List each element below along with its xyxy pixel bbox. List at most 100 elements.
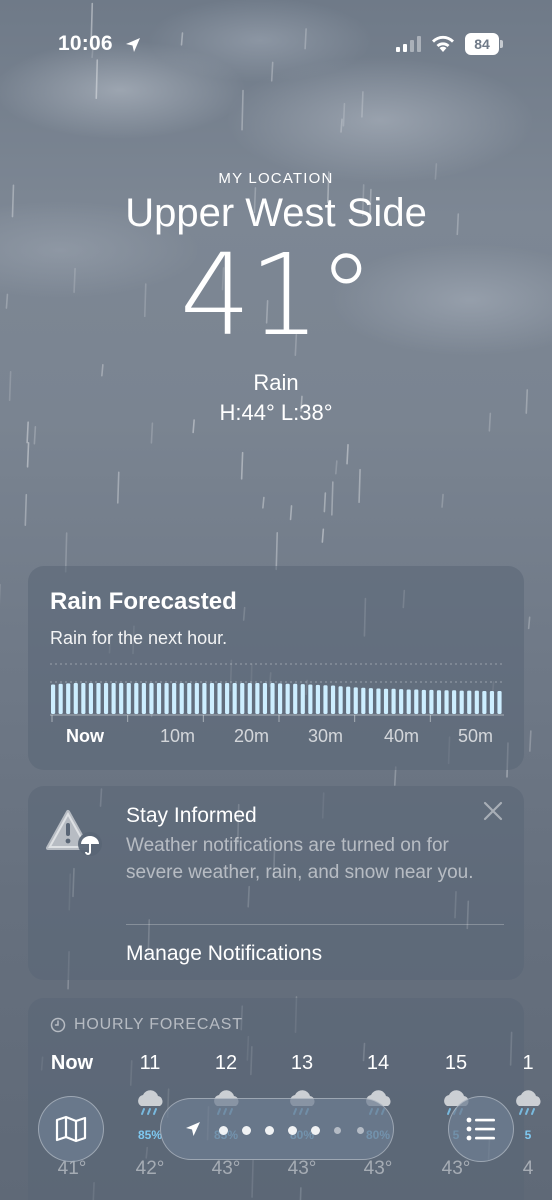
battery-level: 84	[465, 33, 499, 55]
rain-streak	[262, 496, 265, 509]
hour-label: 1	[522, 1052, 534, 1074]
rain-intensity-bar	[247, 683, 252, 714]
map-button[interactable]	[38, 1096, 104, 1162]
rain-intensity-bar	[429, 689, 434, 714]
rain-intensity-bar	[141, 683, 146, 714]
rain-streak	[240, 451, 244, 480]
page-dot	[288, 1126, 297, 1135]
rain-intensity-bar	[383, 688, 389, 714]
page-dot	[311, 1126, 320, 1135]
rain-intensity-bar	[368, 688, 373, 714]
rain-intensity-bar	[187, 683, 192, 714]
rain-cloud-icon	[138, 1090, 163, 1115]
wifi-icon	[432, 35, 454, 52]
rain-intensity-bar	[489, 690, 495, 714]
hour-label: Now	[50, 1052, 94, 1074]
rain-intensity-bar	[262, 683, 268, 714]
hour-label: 13	[290, 1052, 314, 1074]
rain-streak	[340, 118, 343, 133]
rain-intensity-bar	[164, 683, 169, 714]
rain-forecast-subtitle: Rain for the next hour.	[50, 628, 228, 648]
hour-label: 11	[139, 1052, 161, 1074]
rain-time-label: 10m	[160, 726, 196, 746]
hour-label: 15	[444, 1052, 468, 1074]
rain-intensity-bar	[209, 683, 215, 714]
rain-streak	[95, 59, 99, 100]
rain-intensity-chart	[50, 663, 504, 722]
rain-intensity-bar	[467, 690, 472, 714]
rain-intensity-bar	[421, 689, 426, 714]
rain-time-label: 30m	[308, 726, 344, 746]
current-temperature: 41°	[179, 231, 375, 361]
page-dot	[242, 1126, 251, 1135]
page-dot	[357, 1127, 364, 1134]
rain-streak	[527, 616, 531, 630]
rain-intensity-bar	[58, 683, 63, 714]
rain-streak	[441, 493, 444, 508]
stay-informed-title: Stay Informed	[126, 804, 257, 827]
rain-cloud-icon	[516, 1090, 541, 1115]
page-dot	[334, 1127, 341, 1134]
rain-streak	[335, 460, 338, 475]
rain-intensity-bar	[391, 688, 396, 714]
rain-intensity-bar	[315, 684, 320, 714]
rain-intensity-bar	[81, 683, 86, 714]
hour-temperature: 4	[522, 1158, 534, 1179]
rain-intensity-bar	[330, 685, 336, 714]
rain-intensity-bar	[308, 684, 313, 714]
status-time: 10:06	[58, 32, 113, 55]
rain-intensity-bar	[156, 683, 162, 714]
rain-time-label: 20m	[234, 726, 270, 746]
rain-intensity-bar	[103, 683, 109, 714]
rain-intensity-bar	[376, 688, 381, 714]
rain-streak	[331, 481, 334, 516]
rain-intensity-bar	[399, 689, 404, 714]
rain-intensity-bar	[497, 690, 502, 714]
clock-icon	[50, 1017, 66, 1033]
rain-intensity-bar	[338, 686, 343, 714]
rain-intensity-bar	[179, 683, 184, 714]
hourly-forecast-header: HOURLY FORECAST	[50, 1014, 243, 1036]
city-name: Upper West Side	[125, 191, 427, 235]
rain-streak	[323, 492, 327, 513]
rain-intensity-bar	[323, 685, 328, 714]
location-page-indicator[interactable]	[160, 1098, 394, 1160]
location-list-button[interactable]	[448, 1096, 514, 1162]
rain-streak	[289, 505, 293, 521]
rain-intensity-bar	[96, 683, 101, 714]
rain-streak	[116, 471, 120, 504]
rain-intensity-bar	[134, 683, 139, 714]
rain-intensity-bar	[278, 683, 283, 714]
manage-notifications-button[interactable]: Manage Notifications	[126, 942, 322, 966]
rain-intensity-bar	[172, 683, 177, 714]
rain-streak	[33, 425, 37, 445]
rain-intensity-bar	[66, 683, 71, 714]
hour-precipitation: 5	[524, 1128, 532, 1142]
rain-streak	[241, 89, 244, 131]
battery-tip	[500, 40, 503, 48]
rain-streak	[342, 102, 346, 127]
rain-intensity-bar	[300, 684, 305, 714]
battery-indicator: 84	[465, 33, 503, 55]
rain-intensity-bar	[119, 683, 124, 714]
rain-intensity-bar	[270, 683, 275, 714]
warning-umbrella-icon	[46, 810, 102, 856]
rain-intensity-bar	[202, 683, 207, 714]
rain-streak	[26, 442, 30, 468]
rain-intensity-bar	[240, 683, 245, 714]
list-icon	[466, 1117, 495, 1141]
location-arrow-icon	[126, 38, 140, 52]
status-bar: 10:06 84	[0, 28, 552, 64]
close-icon[interactable]	[482, 800, 504, 822]
rain-intensity-bar	[255, 683, 260, 714]
rain-intensity-bar	[353, 687, 358, 714]
high-low-temperature: H:44° L:38°	[219, 400, 333, 425]
rain-intensity-bar	[73, 683, 78, 714]
rain-intensity-bar	[474, 690, 479, 714]
rain-intensity-bar	[346, 686, 351, 714]
rain-streak	[346, 443, 349, 465]
rain-forecast-card[interactable]: Rain Forecasted Rain for the next hour. …	[28, 566, 524, 770]
rain-streak	[270, 61, 274, 82]
rain-intensity-bar	[414, 689, 419, 714]
rain-intensity-bar	[361, 687, 366, 714]
